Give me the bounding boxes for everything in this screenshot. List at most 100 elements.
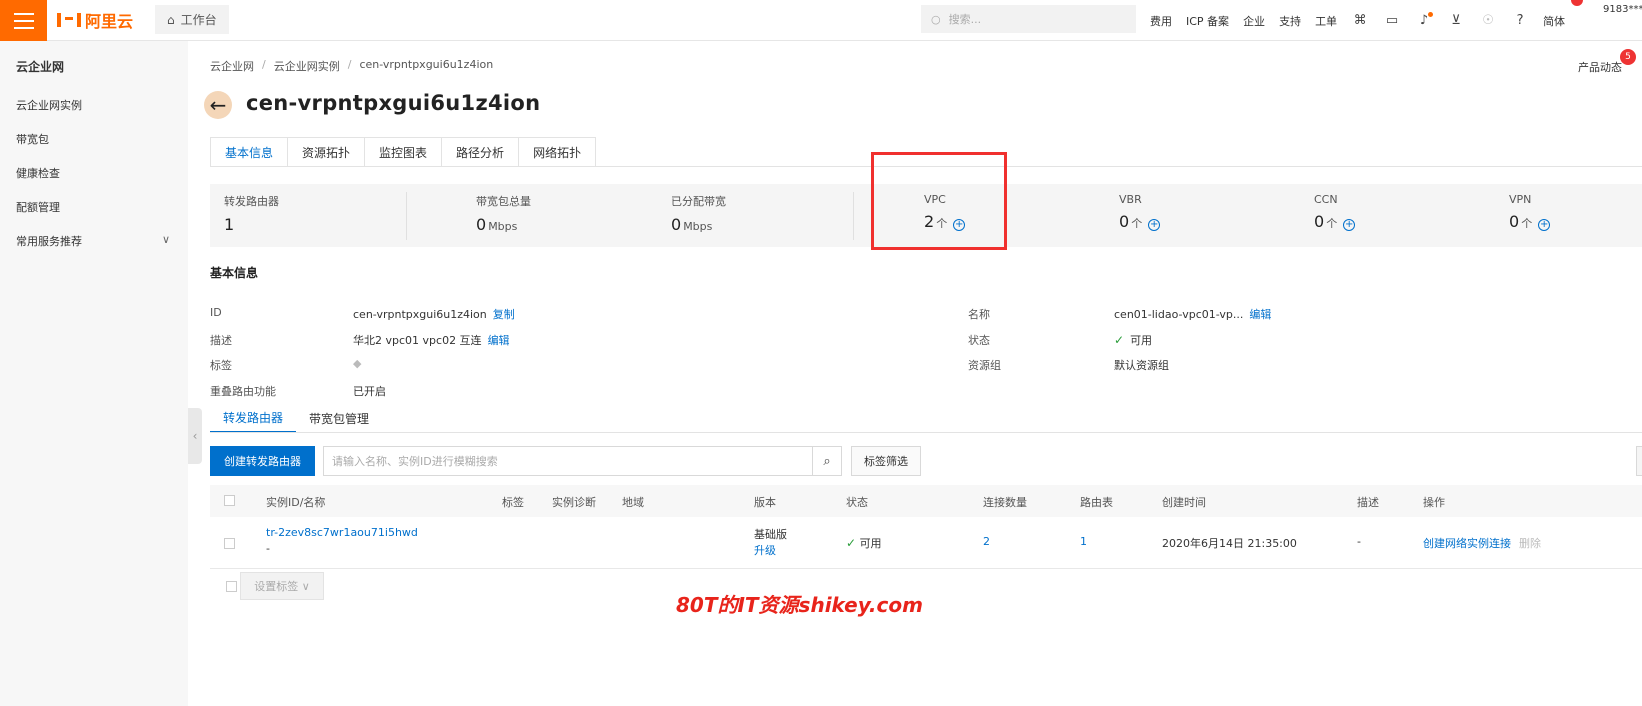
overlap-route-value: 已开启 (353, 385, 386, 398)
sidebar-item-quota[interactable]: 配额管理 (16, 199, 60, 215)
breadcrumb-separator: / (262, 58, 266, 71)
tab-monitoring[interactable]: 监控图表 (365, 137, 443, 167)
instance-id-link[interactable]: tr-2zev8sc7wr1aou71i5hwd (266, 526, 418, 539)
product-news-badge: 5 (1620, 49, 1636, 65)
th-route-table: 路由表 (1080, 496, 1113, 509)
user-badge (1571, 0, 1583, 6)
chevron-down-icon[interactable]: ∨ (162, 233, 170, 246)
edit-desc-link[interactable]: 编辑 (488, 332, 510, 348)
user-account[interactable]: 9183*** (1603, 4, 1642, 15)
language-switch[interactable]: 简体 (1543, 13, 1565, 29)
sidebar-title: 云企业网 (16, 60, 65, 74)
workbench-button[interactable]: ⌂ 工作台 (155, 5, 229, 34)
add-vpn-icon[interactable]: + (1538, 219, 1551, 231)
stat-number: 0 (1314, 212, 1325, 231)
aliyun-logo[interactable]: 阿里云 (57, 9, 133, 31)
desc-cell: - (1357, 535, 1361, 548)
logo-text: 阿里云 (85, 12, 134, 31)
instance-search-input[interactable]: 请输入名称、实例ID进行模糊搜索 (323, 446, 813, 476)
tab-path-analysis[interactable]: 路径分析 (442, 137, 520, 167)
main-content: 云企业网 / 云企业网实例 / cen-vrpntpxgui6u1z4ion 产… (188, 41, 1642, 706)
status-text: 可用 (859, 537, 882, 550)
page-title: cen-vrpntpxgui6u1z4ion (246, 91, 541, 115)
nav-icp[interactable]: ICP 备案 (1186, 13, 1229, 29)
red-highlight-box (871, 152, 1007, 250)
stat-number: 0 (671, 215, 682, 234)
nav-support[interactable]: 支持 (1279, 13, 1301, 29)
delete-link[interactable]: 删除 (1519, 535, 1541, 551)
top-nav: 费用 ICP 备案 企业 支持 工单 ⌘ ▭ ♪ ⊻ ☉ ? 简体 (1150, 0, 1565, 41)
created-time: 2020年6月14日 21:35:00 (1162, 537, 1297, 550)
breadcrumb-cen[interactable]: 云企业网 (210, 58, 254, 74)
select-all-checkbox[interactable] (224, 495, 235, 506)
stat-divider (406, 192, 407, 240)
global-search-input[interactable]: ○ 搜索... (921, 5, 1136, 33)
route-table-link[interactable]: 1 (1080, 535, 1087, 548)
tag-label: 标签 (210, 359, 232, 372)
stat-value: 0 Mbps (671, 215, 726, 234)
th-status: 状态 (846, 496, 868, 509)
terminal-icon[interactable]: ▭ (1383, 12, 1401, 30)
code-icon[interactable]: ⌘ (1351, 12, 1369, 30)
status-value-row: ✓ 可用 (1114, 332, 1152, 348)
tab-basic-info[interactable]: 基本信息 (210, 137, 289, 167)
nav-ticket[interactable]: 工单 (1315, 13, 1337, 29)
stat-label: VPN (1509, 193, 1532, 206)
stat-number: 0 (1119, 212, 1130, 231)
stat-divider (853, 192, 854, 240)
tab-network-topology[interactable]: 网络拓扑 (519, 137, 597, 167)
set-tag-button[interactable]: 设置标签 ∨ (240, 572, 324, 600)
th-instance-id: 实例ID/名称 (266, 496, 326, 509)
stat-value: 1 (224, 215, 279, 234)
sidebar-item-health-check[interactable]: 健康检查 (16, 165, 60, 181)
bell-icon[interactable]: ♪ (1415, 11, 1434, 30)
lightbulb-icon[interactable]: ☉ (1479, 12, 1497, 30)
row-checkbox[interactable] (224, 538, 235, 549)
stat-vbr: VBR 0 个 + (1119, 193, 1161, 231)
cart-icon[interactable]: ⊻ (1447, 12, 1465, 30)
connections-link[interactable]: 2 (983, 535, 990, 548)
nav-billing[interactable]: 费用 (1150, 13, 1172, 29)
create-transit-router-button[interactable]: 创建转发路由器 (210, 446, 315, 476)
stat-number: 0 (1509, 212, 1520, 231)
tab-resource-topology[interactable]: 资源拓扑 (288, 137, 366, 167)
breadcrumb-cen-instances[interactable]: 云企业网实例 (274, 58, 340, 74)
sidebar-item-common-services[interactable]: 常用服务推荐 (16, 233, 82, 249)
name-value: cen01-lidao-vpc01-vp... (1114, 307, 1244, 321)
nav-enterprise[interactable]: 企业 (1243, 13, 1265, 29)
copy-link[interactable]: 复制 (493, 306, 515, 322)
th-actions: 操作 (1423, 496, 1445, 509)
tag-filter-button[interactable]: 标签筛选 (851, 446, 921, 476)
detail-tabs: 基本信息 资源拓扑 监控图表 路径分析 网络拓扑 (210, 137, 597, 167)
help-icon[interactable]: ? (1511, 12, 1529, 30)
stat-ccn: CCN 0 个 + (1314, 193, 1356, 231)
sidebar: 云企业网 云企业网实例 带宽包 健康检查 配额管理 常用服务推荐 ∨ (0, 41, 188, 706)
bulk-select-checkbox[interactable] (226, 581, 237, 592)
stat-value: 0 个 + (1509, 212, 1551, 231)
stat-bandwidth-allocated: 已分配带宽 0 Mbps (671, 193, 726, 234)
toolbar-settings-button[interactable] (1636, 446, 1642, 476)
basic-info-title: 基本信息 (210, 266, 259, 280)
upgrade-link[interactable]: 升级 (754, 542, 776, 558)
th-region: 地域 (622, 496, 644, 509)
sidebar-item-cen-instances[interactable]: 云企业网实例 (16, 97, 82, 113)
create-network-connection-link[interactable]: 创建网络实例连接 (1423, 535, 1511, 551)
sub-tabs: 转发路由器 带宽包管理 (210, 403, 382, 433)
hamburger-menu-icon[interactable] (0, 0, 47, 41)
search-icon[interactable]: ⌕ (812, 446, 842, 476)
th-desc: 描述 (1357, 496, 1379, 509)
add-vbr-icon[interactable]: + (1148, 219, 1161, 231)
stat-vpn: VPN 0 个 + (1509, 193, 1551, 231)
back-arrow-icon[interactable]: ← (204, 91, 232, 119)
tab-transit-router[interactable]: 转发路由器 (210, 403, 297, 433)
tab-bandwidth-management[interactable]: 带宽包管理 (296, 403, 382, 433)
breadcrumb-separator: / (347, 58, 352, 71)
th-connections: 连接数量 (983, 496, 1027, 509)
subtabs-divider (210, 432, 1642, 433)
product-news-link[interactable]: 产品动态 (1578, 59, 1622, 75)
sidebar-item-bandwidth-package[interactable]: 带宽包 (16, 131, 49, 147)
overlap-route-label: 重叠路由功能 (210, 385, 276, 398)
edit-name-link[interactable]: 编辑 (1249, 306, 1271, 322)
add-ccn-icon[interactable]: + (1343, 219, 1356, 231)
tag-icon[interactable]: ◆ (353, 357, 361, 370)
